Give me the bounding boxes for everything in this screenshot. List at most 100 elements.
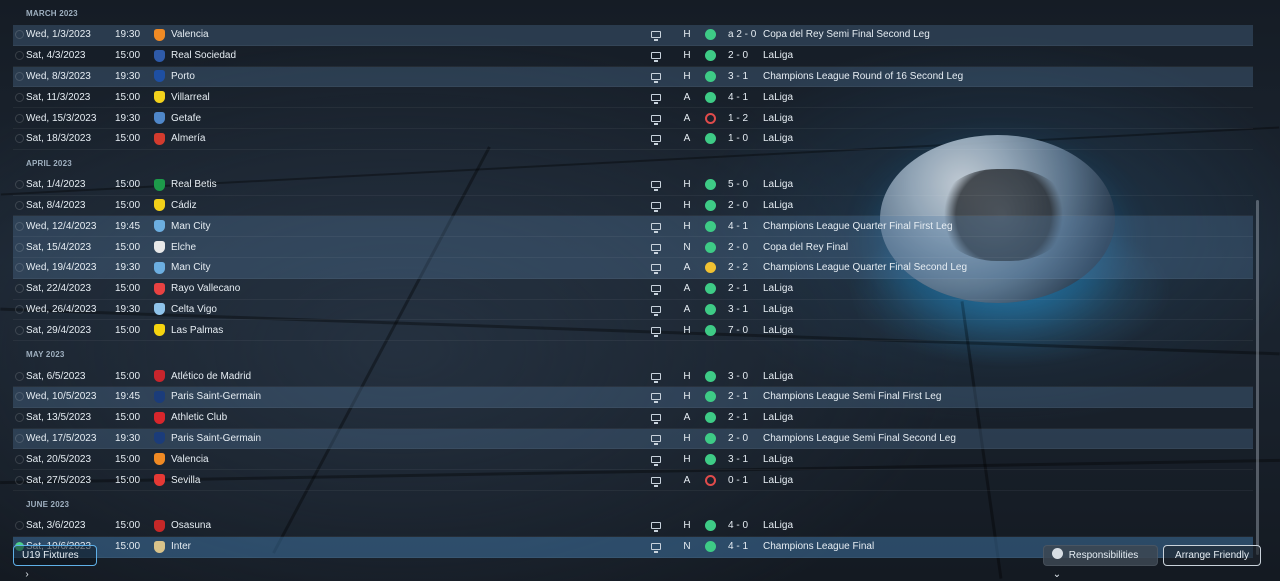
fixture-row[interactable]: Sat, 29/4/2023 15:00 Las Palmas H 7 - 0 LaLig… — [13, 320, 1253, 342]
competition-name[interactable]: Champions League Quarter Final First Leg — [763, 221, 953, 232]
fixture-row[interactable]: Sat, 11/3/2023 15:00 Villarreal A 4 - 1 LaLig… — [13, 87, 1253, 109]
match-score[interactable]: 1 - 2 — [728, 113, 748, 124]
fixture-row[interactable]: Sat, 4/3/2023 15:00 Real Sociedad H 2 - 0 LaL… — [13, 46, 1253, 67]
opponent-name[interactable]: Inter — [171, 541, 191, 552]
opponent-name[interactable]: Villarreal — [171, 92, 210, 103]
fixture-row[interactable]: Sat, 6/5/2023 15:00 Atlético de Madrid H 3 -… — [13, 366, 1253, 387]
opponent-name[interactable]: Rayo Vallecano — [171, 283, 240, 294]
competition-name[interactable]: Champions League Quarter Final Second Le… — [763, 262, 967, 273]
fixture-time: 15:00 — [115, 179, 141, 191]
match-score[interactable]: 1 - 0 — [728, 133, 748, 144]
match-score[interactable]: 7 - 0 — [728, 325, 748, 336]
match-score[interactable]: 2 - 1 — [728, 412, 748, 423]
fixture-row[interactable]: Wed, 15/3/2023 19:30 Getafe A 1 - 2 LaLiga — [13, 108, 1253, 129]
match-score[interactable]: 4 - 1 — [728, 92, 748, 103]
fixture-row[interactable]: Sat, 22/4/2023 15:00 Rayo Vallecano A 2 - 1 L… — [13, 279, 1253, 300]
fixture-row[interactable]: Sat, 15/4/2023 15:00 Elche N 2 - 0 Copa del R… — [13, 237, 1253, 258]
scrollbar[interactable] — [1256, 200, 1259, 555]
opponent-name[interactable]: Elche — [171, 242, 196, 253]
competition-name[interactable]: LaLiga — [763, 50, 793, 61]
competition-name[interactable]: LaLiga — [763, 520, 793, 531]
match-score[interactable]: 3 - 1 — [728, 71, 748, 82]
fixture-date: Sat, 3/6/2023 — [26, 520, 86, 532]
match-score[interactable]: 3 - 1 — [728, 454, 748, 465]
match-score[interactable]: 2 - 0 — [728, 433, 748, 444]
fixture-row[interactable]: Wed, 17/5/2023 19:30 Paris Saint-Germain H 2… — [13, 428, 1253, 450]
fixture-row[interactable]: Sat, 3/6/2023 15:00 Osasuna H 4 - 0 LaLiga — [13, 516, 1253, 537]
u19-fixtures-button[interactable]: U19 Fixtures › — [13, 545, 97, 580]
month-header: APRIL 2023 — [26, 158, 72, 168]
opponent-name[interactable]: Almería — [171, 133, 205, 144]
fixture-row[interactable]: Sat, 27/5/2023 15:00 Sevilla A 0 - 1 LaLiga — [13, 470, 1253, 491]
competition-name[interactable]: LaLiga — [763, 283, 793, 294]
tv-broadcast-icon — [651, 372, 661, 383]
fixture-row[interactable]: Wed, 26/4/2023 19:30 Celta Vigo A 3 - 1 LaLig… — [13, 300, 1253, 321]
competition-name[interactable]: LaLiga — [763, 475, 793, 486]
opponent-name[interactable]: Real Sociedad — [171, 50, 236, 61]
fixture-row[interactable]: Sat, 1/4/2023 15:00 Real Betis H 5 - 0 LaLiga — [13, 175, 1253, 196]
fixture-row[interactable]: Sat, 13/5/2023 15:00 Athletic Club A 2 - 1 La… — [13, 408, 1253, 429]
competition-name[interactable]: LaLiga — [763, 179, 793, 190]
competition-name[interactable]: LaLiga — [763, 92, 793, 103]
opponent-name[interactable]: Real Betis — [171, 179, 217, 190]
opponent-name[interactable]: Atlético de Madrid — [171, 371, 251, 382]
competition-name[interactable]: LaLiga — [763, 325, 793, 336]
match-score[interactable]: 2 - 0 — [728, 242, 748, 253]
match-score[interactable]: 2 - 1 — [728, 283, 748, 294]
opponent-name[interactable]: Valencia — [171, 454, 209, 465]
competition-name[interactable]: Copa del Rey Final — [763, 242, 848, 253]
fixture-row[interactable]: Sat, 18/3/2023 15:00 Almería A 1 - 0 LaLiga — [13, 129, 1253, 150]
match-score[interactable]: 2 - 0 — [728, 200, 748, 211]
competition-name[interactable]: LaLiga — [763, 412, 793, 423]
fixture-row[interactable]: Wed, 12/4/2023 19:45 Man City H 4 - 1 Champio… — [13, 216, 1253, 238]
competition-name[interactable]: Champions League Round of 16 Second Leg — [763, 71, 963, 82]
tv-broadcast-icon — [651, 305, 661, 316]
club-crest-icon — [154, 282, 165, 295]
competition-name[interactable]: LaLiga — [763, 371, 793, 382]
opponent-name[interactable]: Getafe — [171, 113, 201, 124]
venue-indicator: A — [683, 412, 691, 424]
competition-name[interactable]: LaLiga — [763, 304, 793, 315]
competition-name[interactable]: Champions League Semi Final First Leg — [763, 391, 941, 402]
fixture-row[interactable]: Wed, 1/3/2023 19:30 Valencia Ha 2 - 0 Copa d… — [13, 25, 1253, 46]
competition-name[interactable]: LaLiga — [763, 133, 793, 144]
fixture-row[interactable]: Wed, 19/4/2023 19:30 Man City A 2 - 2 Champio… — [13, 257, 1253, 279]
opponent-name[interactable]: Sevilla — [171, 475, 200, 486]
opponent-name[interactable]: Cádiz — [171, 200, 197, 211]
match-score[interactable]: 2 - 0 — [728, 50, 748, 61]
responsibilities-button[interactable]: Responsibilities ⌄ — [1043, 545, 1158, 580]
venue-indicator: A — [683, 262, 691, 274]
match-score[interactable]: 2 - 1 — [728, 391, 748, 402]
arrange-friendly-button[interactable]: Arrange Friendly — [1163, 545, 1261, 566]
opponent-name[interactable]: Paris Saint-Germain — [171, 391, 261, 402]
fixture-row[interactable]: Wed, 8/3/2023 19:30 Porto H 3 - 1 Champions L… — [13, 66, 1253, 88]
match-score[interactable]: 5 - 0 — [728, 179, 748, 190]
venue-indicator: H — [683, 391, 691, 403]
opponent-name[interactable]: Las Palmas — [171, 325, 223, 336]
opponent-name[interactable]: Osasuna — [171, 520, 211, 531]
competition-name[interactable]: LaLiga — [763, 113, 793, 124]
opponent-name[interactable]: Celta Vigo — [171, 304, 217, 315]
opponent-name[interactable]: Valencia — [171, 29, 209, 40]
opponent-name[interactable]: Porto — [171, 71, 195, 82]
match-score[interactable]: 4 - 1 — [728, 541, 748, 552]
match-score[interactable]: 2 - 2 — [728, 262, 748, 273]
competition-name[interactable]: Copa del Rey Semi Final Second Leg — [763, 29, 930, 40]
fixture-row[interactable]: Wed, 10/5/2023 19:45 Paris Saint-Germain H 2… — [13, 386, 1253, 408]
match-score[interactable]: a 2 - 0 — [728, 29, 756, 40]
match-score[interactable]: 0 - 1 — [728, 475, 748, 486]
competition-name[interactable]: Champions League Semi Final Second Leg — [763, 433, 956, 444]
match-score[interactable]: 4 - 0 — [728, 520, 748, 531]
opponent-name[interactable]: Athletic Club — [171, 412, 227, 423]
opponent-name[interactable]: Man City — [171, 221, 210, 232]
fixture-row[interactable]: Sat, 8/4/2023 15:00 Cádiz H 2 - 0 LaLiga — [13, 196, 1253, 217]
match-score[interactable]: 3 - 0 — [728, 371, 748, 382]
competition-name[interactable]: LaLiga — [763, 200, 793, 211]
match-score[interactable]: 3 - 1 — [728, 304, 748, 315]
fixture-row[interactable]: Sat, 20/5/2023 15:00 Valencia H 3 - 1 LaLiga — [13, 449, 1253, 471]
competition-name[interactable]: Champions League Final — [763, 541, 874, 552]
match-score[interactable]: 4 - 1 — [728, 221, 748, 232]
opponent-name[interactable]: Paris Saint-Germain — [171, 433, 261, 444]
opponent-name[interactable]: Man City — [171, 262, 210, 273]
competition-name[interactable]: LaLiga — [763, 454, 793, 465]
